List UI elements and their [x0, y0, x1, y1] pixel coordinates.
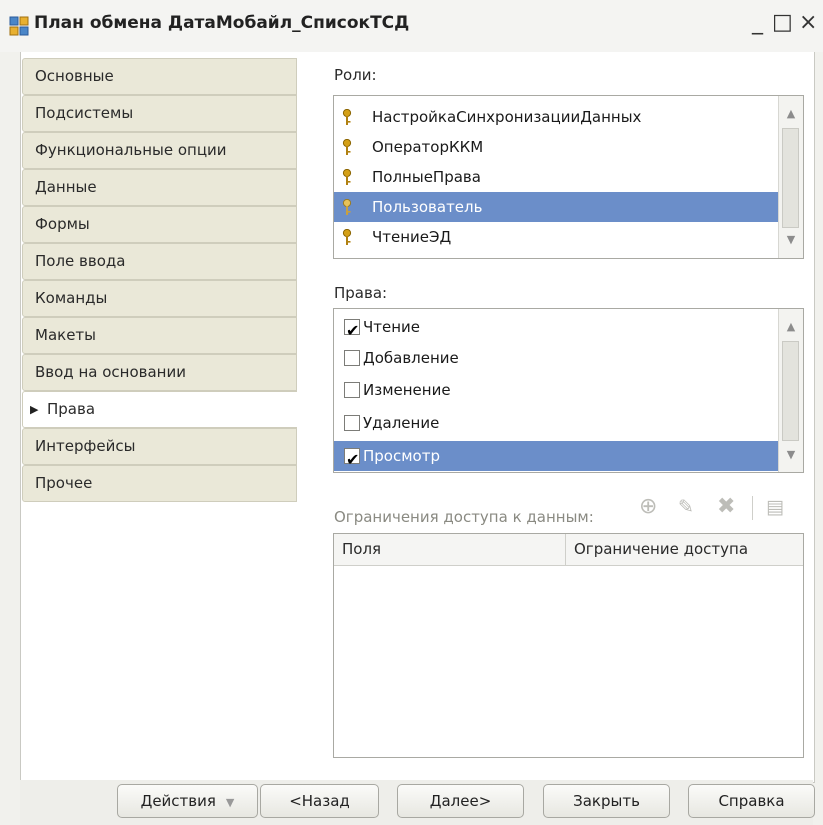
sidebar-item-label: Поле ввода	[35, 252, 126, 270]
key-icon	[342, 109, 352, 125]
key-icon	[342, 199, 352, 215]
roles-list[interactable]: НастройкаСинхронизацииДанных ОператорККМ…	[333, 95, 804, 259]
sidebar-item-label: Прочее	[35, 474, 93, 492]
checkbox[interactable]	[344, 415, 360, 431]
actions-button[interactable]: Действия ▼	[117, 784, 258, 818]
roles-scrollbar[interactable]: ▲ ▼	[778, 96, 803, 258]
rights-label: Права:	[334, 284, 388, 302]
sidebar-item-label: Права	[47, 400, 96, 418]
window-title: План обмена ДатаМобайл_СписокТСД	[34, 13, 410, 33]
actions-button-label: Действия	[140, 792, 216, 810]
sidebar-item-input-field[interactable]: Поле ввода	[22, 243, 297, 280]
role-item[interactable]: ПолныеПрава	[334, 162, 778, 192]
right-label: Добавление	[363, 349, 459, 367]
role-label: ОператорККМ	[372, 138, 484, 156]
close-button[interactable]: ×	[799, 8, 817, 38]
list-settings-icon[interactable]: ▤	[766, 494, 784, 520]
right-item[interactable]: Удаление	[334, 408, 778, 438]
key-icon	[342, 169, 352, 185]
sidebar-item-label: Ввод на основании	[35, 363, 186, 381]
column-separator	[565, 534, 566, 566]
sidebar-item-other[interactable]: Прочее	[22, 465, 297, 502]
help-button[interactable]: Справка	[688, 784, 815, 818]
right-item[interactable]: Изменение	[334, 375, 778, 405]
maximize-button[interactable]: □	[772, 8, 793, 38]
sidebar-item-forms[interactable]: Формы	[22, 206, 297, 243]
add-icon[interactable]: ⊕	[639, 494, 657, 520]
sidebar-item-label: Интерфейсы	[35, 437, 136, 455]
role-label: ПолныеПрава	[372, 168, 481, 186]
right-item[interactable]: ✔ Чтение	[334, 312, 778, 342]
role-item[interactable]: ОператорККМ	[334, 132, 778, 162]
role-label: ЧтениеЭД	[372, 228, 452, 246]
checkbox[interactable]: ✔	[344, 448, 360, 469]
right-item-selected[interactable]: ✔ Просмотр	[334, 441, 778, 471]
key-icon	[342, 139, 352, 155]
checkbox[interactable]	[344, 350, 360, 366]
rights-scrollbar[interactable]: ▲ ▼	[778, 309, 803, 472]
edit-icon[interactable]: ✎	[678, 494, 694, 520]
scroll-down-icon[interactable]: ▼	[779, 443, 803, 467]
rights-list[interactable]: ✔ Чтение Добавление Изменение Удаление ✔…	[333, 308, 804, 473]
scroll-down-icon[interactable]: ▼	[779, 228, 803, 252]
right-label: Удаление	[363, 414, 440, 432]
right-label: Изменение	[363, 381, 451, 399]
sidebar-item-label: Данные	[35, 178, 97, 196]
key-icon	[342, 229, 352, 245]
check-icon: ✔	[346, 450, 360, 469]
check-icon: ✔	[346, 321, 360, 340]
right-label: Просмотр	[363, 447, 440, 465]
current-item-arrow-icon: ▶	[30, 403, 39, 416]
delete-icon[interactable]: ✖	[717, 494, 735, 520]
role-label: Пользователь	[372, 198, 483, 216]
restrictions-label: Ограничения доступа к данным:	[334, 508, 594, 526]
sidebar-item-commands[interactable]: Команды	[22, 280, 297, 317]
table-header: Поля Ограничение доступа	[334, 534, 803, 566]
sidebar-item-functional-options[interactable]: Функциональные опции	[22, 132, 297, 169]
dropdown-arrow-icon: ▼	[225, 796, 235, 809]
sidebar-item-label: Формы	[35, 215, 90, 233]
scrollbar-thumb[interactable]	[782, 128, 799, 228]
role-label: НастройкаСинхронизацииДанных	[372, 108, 642, 126]
checkbox[interactable]	[344, 382, 360, 398]
checkbox[interactable]: ✔	[344, 319, 360, 340]
exchange-plan-icon	[9, 16, 29, 36]
restrictions-table[interactable]: Поля Ограничение доступа	[333, 533, 804, 758]
scroll-up-icon[interactable]: ▲	[779, 315, 803, 339]
close-dialog-button[interactable]: Закрыть	[543, 784, 670, 818]
role-item-selected[interactable]: Пользователь	[334, 192, 778, 222]
sidebar-item-templates[interactable]: Макеты	[22, 317, 297, 354]
right-label: Чтение	[363, 318, 421, 336]
sidebar-item-label: Команды	[35, 289, 108, 307]
sidebar-item-subsystems[interactable]: Подсистемы	[22, 95, 297, 132]
scrollbar-thumb[interactable]	[782, 341, 799, 441]
title-bar: План обмена ДатаМобайл_СписокТСД _ □ ×	[0, 0, 823, 52]
column-header-access-restriction[interactable]: Ограничение доступа	[574, 534, 748, 565]
sidebar-item-label: Функциональные опции	[35, 141, 227, 159]
sidebar-item-main[interactable]: Основные	[22, 58, 297, 95]
scroll-up-icon[interactable]: ▲	[779, 102, 803, 126]
sidebar-item-input-by-basis[interactable]: Ввод на основании	[22, 354, 297, 391]
sidebar-item-rights[interactable]: ▶ Права	[22, 391, 297, 428]
roles-label: Роли:	[334, 66, 377, 84]
back-button[interactable]: <Назад	[260, 784, 379, 818]
sidebar-item-label: Макеты	[35, 326, 97, 344]
column-header-fields[interactable]: Поля	[342, 534, 381, 565]
role-item[interactable]: ЧтениеЭД	[334, 222, 778, 252]
sidebar-item-label: Основные	[35, 67, 114, 85]
sidebar-item-label: Подсистемы	[35, 104, 134, 122]
sidebar-item-data[interactable]: Данные	[22, 169, 297, 206]
sidebar-item-interfaces[interactable]: Интерфейсы	[22, 428, 297, 465]
next-button[interactable]: Далее>	[397, 784, 524, 818]
minimize-button[interactable]: _	[752, 8, 763, 38]
role-item[interactable]: НастройкаСинхронизацииДанных	[334, 102, 778, 132]
toolbar-separator	[752, 496, 753, 520]
right-item[interactable]: Добавление	[334, 343, 778, 373]
